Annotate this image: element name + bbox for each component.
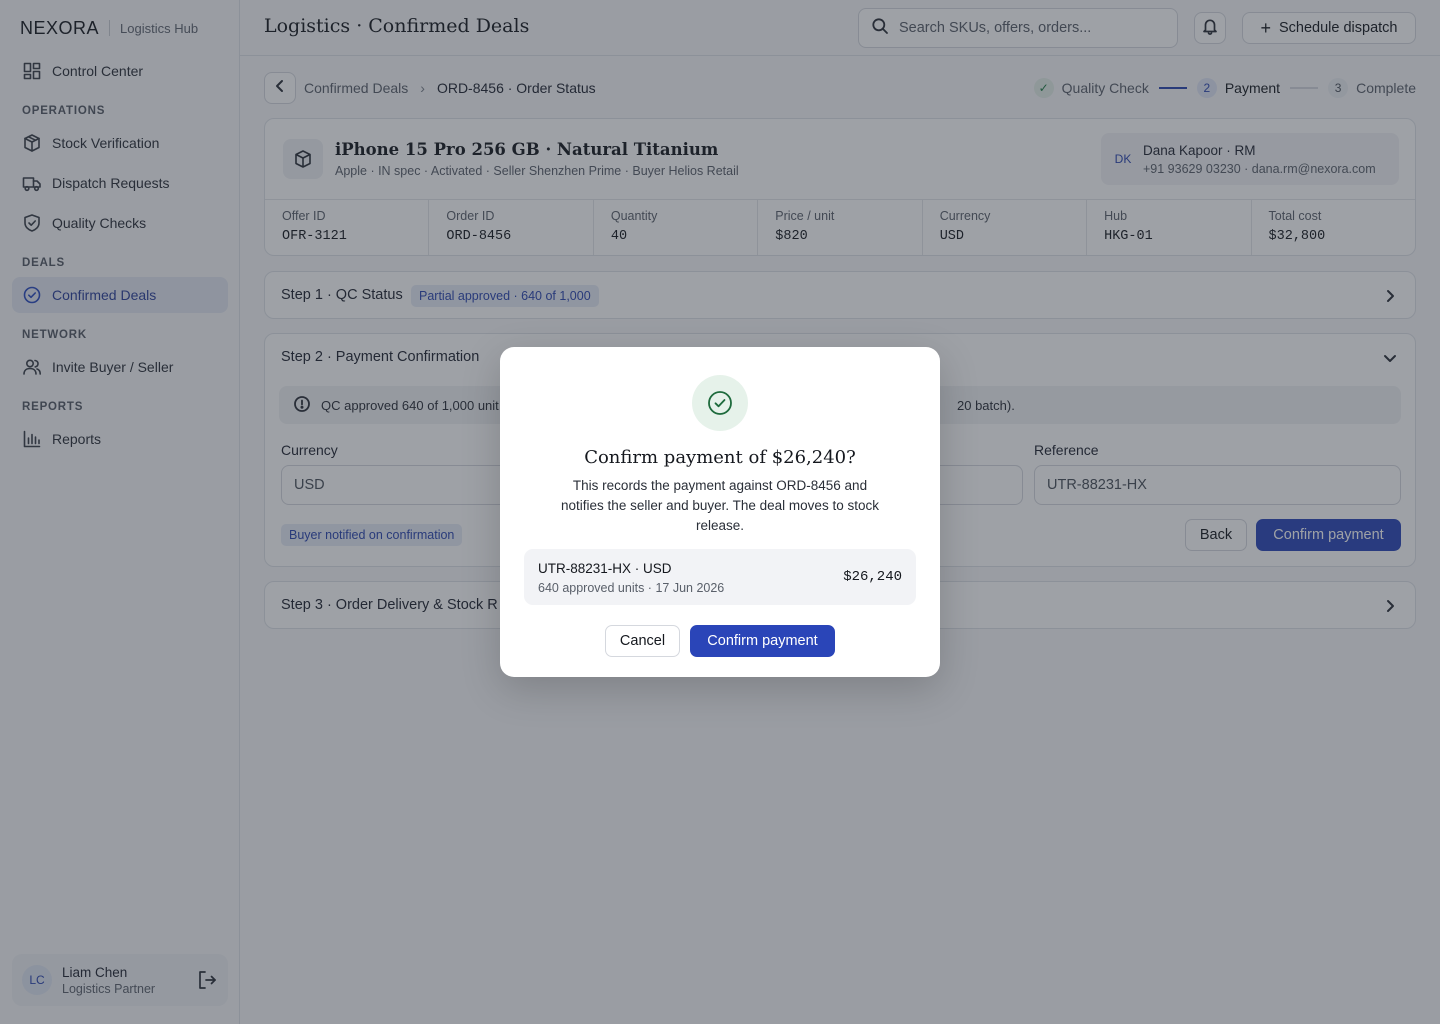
dialog-title: Confirm payment of $26,240? (584, 447, 856, 468)
dialog-body: This records the payment against ORD-845… (561, 478, 879, 533)
cancel-button[interactable]: Cancel (605, 625, 680, 657)
summary-details: 640 approved units · 17 Jun 2026 (538, 581, 725, 595)
check-circle-icon (692, 375, 748, 431)
confirm-payment-dialog: Confirm payment of $26,240? This records… (500, 347, 940, 677)
summary-reference: UTR-88231-HX · USD (538, 561, 672, 576)
payment-summary: UTR-88231-HX · USD 640 approved units · … (524, 549, 916, 605)
dialog-confirm-payment-button[interactable]: Confirm payment (690, 625, 835, 657)
summary-amount: $26,240 (843, 569, 902, 585)
